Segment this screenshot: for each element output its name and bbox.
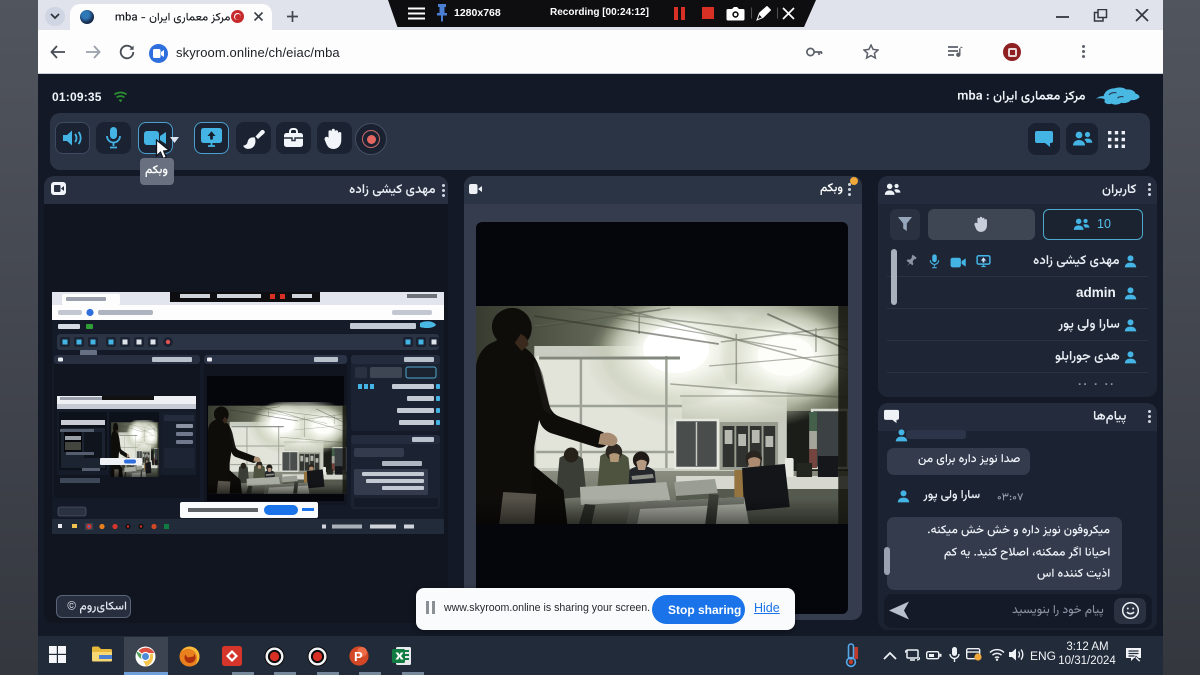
svg-text:P: P: [354, 649, 363, 664]
